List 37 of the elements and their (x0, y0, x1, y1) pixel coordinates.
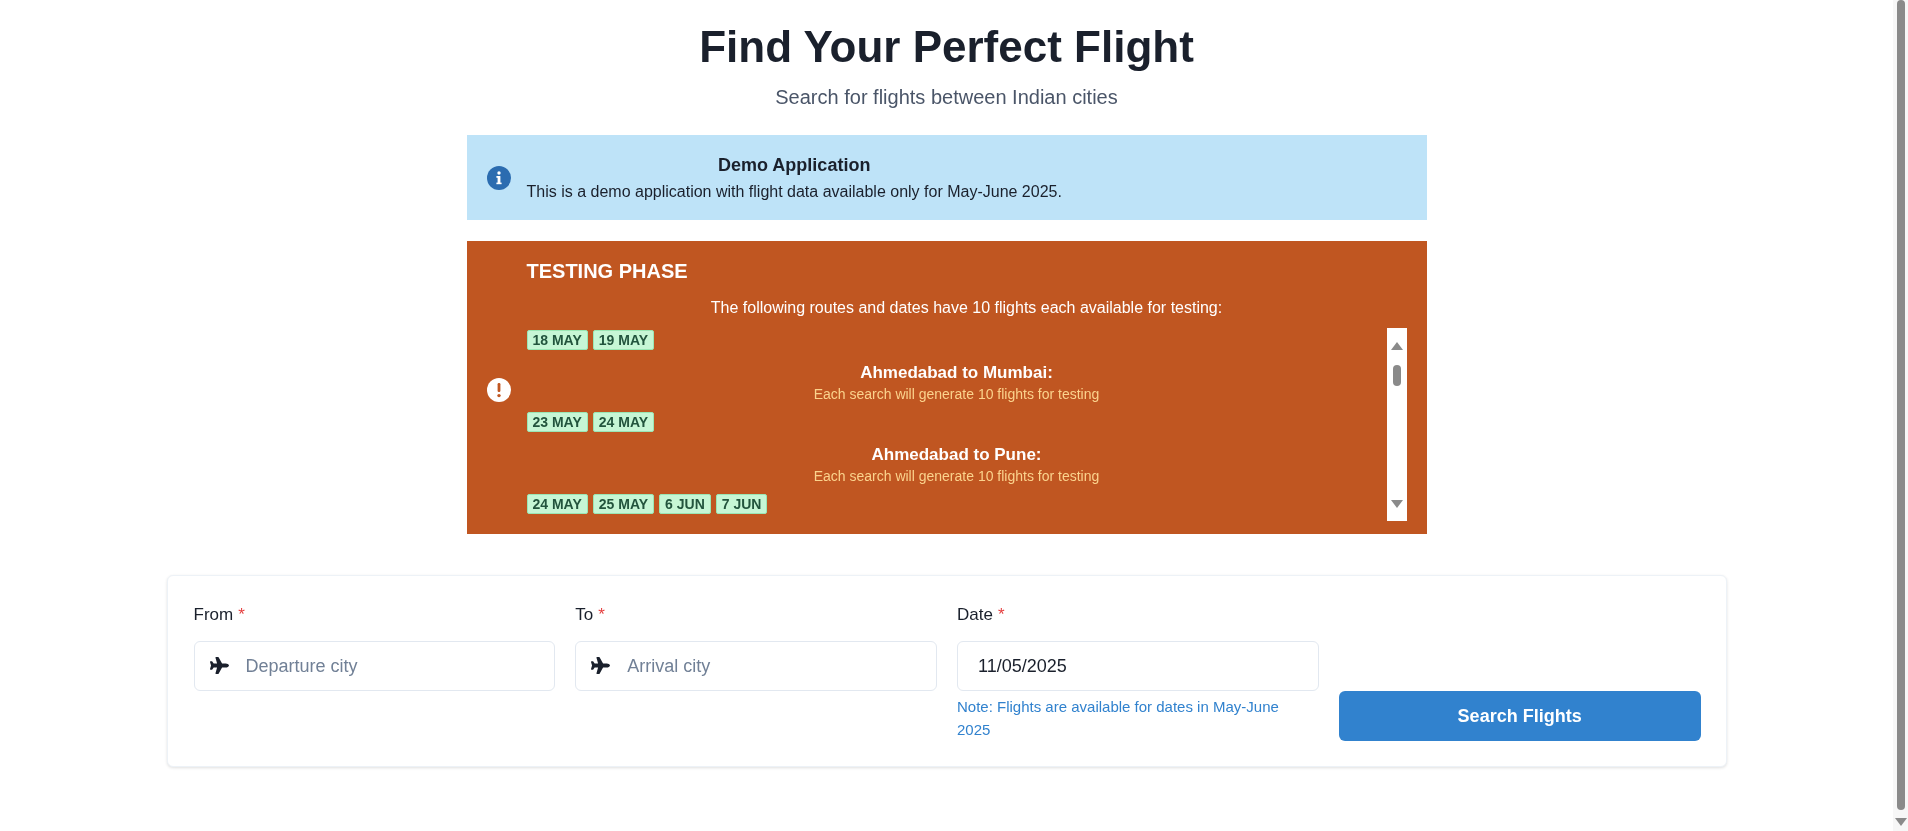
date-chip: 7 JUN (715, 494, 768, 514)
exclamation-icon (486, 378, 511, 402)
date-chip: 24 MAY (592, 412, 655, 432)
notice-title: Demo Application (718, 153, 871, 177)
field-note: Note: Flights are available for dates in May-June 2025 (957, 697, 1280, 740)
notice-title: TESTING PHASE (526, 259, 688, 283)
notice-message: This is a demo application with flight data available only for May-June 2025. (526, 181, 1062, 202)
search-button[interactable]: Search Flights (1338, 691, 1701, 741)
date-chip: 19 MAY (592, 330, 655, 350)
date-chip: 6 JUN (659, 494, 711, 514)
scroll-down-arrow-icon[interactable] (1894, 818, 1907, 826)
scroll-down-arrow-icon[interactable] (1390, 500, 1403, 508)
city-input[interactable]: Arrival city (575, 641, 937, 691)
page-subtitle: Search for flights between Indian cities (775, 85, 1118, 110)
scrollbar-track[interactable] (1386, 328, 1407, 521)
date-chip: 23 MAY (526, 412, 588, 432)
route-name: Ahmedabad to Pune: (871, 444, 1042, 466)
notice-message: The following routes and dates have 10 flights each available for testing: (710, 298, 1223, 318)
airplane-icon (591, 656, 611, 675)
scrollbar-thumb[interactable] (1896, 0, 1905, 810)
date-chip: 18 MAY (526, 330, 588, 350)
city-input[interactable]: Departure city (193, 641, 556, 691)
page-scrollbar[interactable] (1893, 0, 1908, 831)
date-chip: 24 MAY (526, 494, 588, 514)
field-label: Date * (957, 604, 1005, 626)
info-icon (486, 165, 511, 190)
route-note: Each search will generate 10 flights for testing (813, 467, 1100, 486)
date-chip: 25 MAY (592, 494, 655, 514)
airplane-icon (209, 656, 229, 675)
page-title: Find Your Perfect Flight (699, 21, 1194, 73)
field-label: From * (193, 604, 245, 626)
route-note: Each search will generate 10 flights for testing (813, 385, 1100, 404)
field-label: To * (575, 604, 605, 626)
scroll-up-arrow-icon[interactable] (1390, 342, 1403, 350)
scrollbar-thumb[interactable] (1392, 365, 1401, 386)
route-name: Ahmedabad to Mumbai: (860, 362, 1053, 384)
date-input[interactable]: 11/05/2025 (957, 641, 1319, 691)
